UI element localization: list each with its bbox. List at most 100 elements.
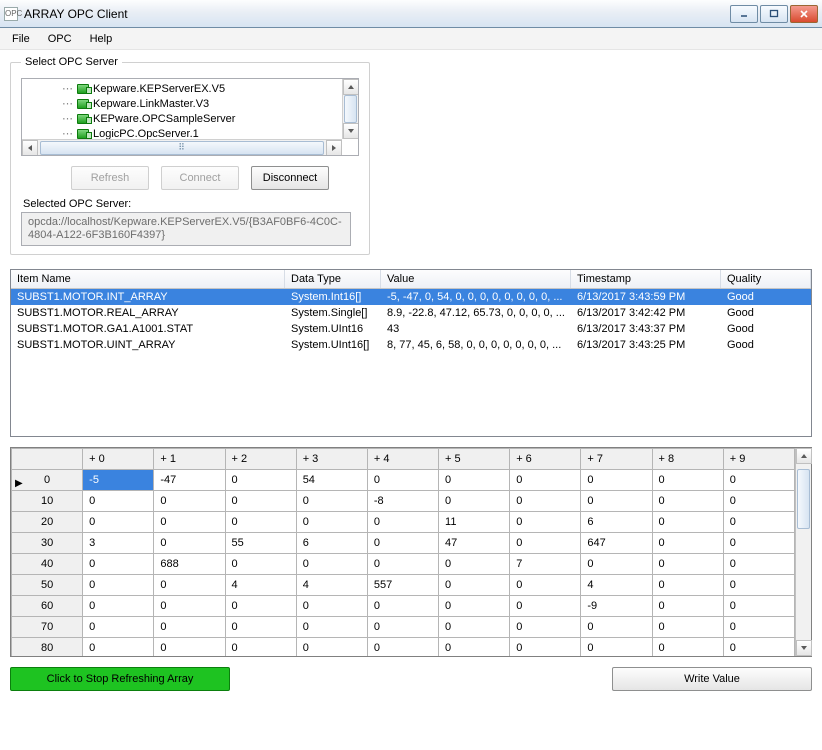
array-col-header[interactable]: + 9 [723,449,794,470]
array-cell[interactable]: 0 [723,491,794,512]
array-cell[interactable]: 0 [154,575,225,596]
array-cell[interactable]: 0 [225,491,296,512]
col-header-name[interactable]: Item Name [11,270,285,288]
minimize-button[interactable] [730,5,758,23]
array-cell[interactable]: 0 [510,491,581,512]
array-cell[interactable]: 4 [296,575,367,596]
array-row-header[interactable]: 80 [12,638,83,657]
array-cell[interactable]: 0 [510,596,581,617]
array-cell[interactable]: 0 [652,554,723,575]
scroll-up-icon[interactable] [796,448,812,464]
server-tree-item[interactable]: ⋯Kepware.LinkMaster.V3 [32,96,356,111]
array-cell[interactable]: 0 [367,554,438,575]
array-row-header[interactable]: 40 [12,554,83,575]
scroll-up-icon[interactable] [343,79,359,95]
scroll-right-icon[interactable] [326,140,342,156]
array-cell[interactable]: 688 [154,554,225,575]
item-list-row[interactable]: SUBST1.MOTOR.GA1.A1001.STATSystem.UInt16… [11,321,811,337]
array-cell[interactable]: 0 [154,533,225,554]
array-cell[interactable]: 0 [83,617,154,638]
array-cell[interactable]: 0 [154,596,225,617]
array-cell[interactable]: 0 [154,491,225,512]
array-cell[interactable]: 0 [296,617,367,638]
array-cell[interactable]: 0 [652,596,723,617]
array-cell[interactable]: 0 [225,638,296,657]
array-cell[interactable]: 0 [367,533,438,554]
array-cell[interactable]: 0 [652,638,723,657]
refresh-button[interactable]: Refresh [71,166,149,190]
array-cell[interactable]: 7 [510,554,581,575]
array-cell[interactable]: 0 [510,533,581,554]
array-cell[interactable]: 0 [367,470,438,491]
array-cell[interactable]: 0 [83,491,154,512]
scroll-down-icon[interactable] [343,123,359,139]
array-col-header[interactable]: + 5 [439,449,510,470]
array-cell[interactable]: 0 [723,617,794,638]
scroll-left-icon[interactable] [22,140,38,156]
col-header-value[interactable]: Value [381,270,571,288]
array-grid[interactable]: ▶ + 0+ 1+ 2+ 3+ 4+ 5+ 6+ 7+ 8+ 9 0-5-470… [10,447,812,657]
tree-hscrollbar[interactable]: ⠿ [22,139,342,155]
array-cell[interactable]: 0 [225,512,296,533]
array-cell[interactable]: 0 [510,638,581,657]
array-cell[interactable]: 6 [581,512,652,533]
array-cell[interactable]: 0 [296,491,367,512]
server-tree-item[interactable]: ⋯Kepware.KEPServerEX.V5 [32,81,356,96]
array-cell[interactable]: 6 [296,533,367,554]
array-cell[interactable]: 54 [296,470,367,491]
array-cell[interactable]: 0 [652,491,723,512]
hscroll-thumb[interactable]: ⠿ [40,141,324,155]
item-list-row[interactable]: SUBST1.MOTOR.UINT_ARRAYSystem.UInt16[]8,… [11,337,811,353]
array-cell[interactable]: 0 [723,512,794,533]
array-col-header[interactable]: + 3 [296,449,367,470]
array-cell[interactable]: 0 [296,638,367,657]
array-cell[interactable]: 0 [581,470,652,491]
scroll-thumb[interactable] [797,469,810,529]
array-cell[interactable]: 0 [83,554,154,575]
array-cell[interactable]: 0 [723,596,794,617]
array-cell[interactable]: 0 [225,617,296,638]
array-cell[interactable]: 557 [367,575,438,596]
array-cell[interactable]: 4 [225,575,296,596]
array-cell[interactable]: 0 [510,575,581,596]
array-cell[interactable]: 0 [439,617,510,638]
array-cell[interactable]: 0 [439,470,510,491]
array-cell[interactable]: 0 [581,638,652,657]
array-cell[interactable]: 0 [723,554,794,575]
array-cell[interactable]: 0 [296,554,367,575]
array-col-header[interactable]: + 1 [154,449,225,470]
toggle-refresh-button[interactable]: Click to Stop Refreshing Array [10,667,230,691]
array-cell[interactable]: 0 [581,491,652,512]
array-cell[interactable]: -47 [154,470,225,491]
array-col-header[interactable]: + 7 [581,449,652,470]
array-row-header[interactable]: 10 [12,491,83,512]
array-cell[interactable]: -8 [367,491,438,512]
array-col-header[interactable]: + 2 [225,449,296,470]
array-cell[interactable]: 0 [652,617,723,638]
array-cell[interactable]: 0 [225,554,296,575]
array-cell[interactable]: 0 [652,575,723,596]
server-tree-item[interactable]: ⋯KEPware.OPCSampleServer [32,111,356,126]
array-cell[interactable]: 0 [296,596,367,617]
menu-opc[interactable]: OPC [48,33,72,45]
array-cell[interactable]: 647 [581,533,652,554]
write-value-button[interactable]: Write Value [612,667,812,691]
array-cell[interactable]: 0 [225,596,296,617]
menu-help[interactable]: Help [90,33,113,45]
array-cell[interactable]: 0 [439,596,510,617]
array-cell[interactable]: 0 [83,638,154,657]
array-row-header[interactable]: 70 [12,617,83,638]
item-list-row[interactable]: SUBST1.MOTOR.REAL_ARRAYSystem.Single[]8.… [11,305,811,321]
tree-vscrollbar[interactable] [342,79,358,139]
array-cell[interactable]: 0 [581,554,652,575]
array-cell[interactable]: 55 [225,533,296,554]
disconnect-button[interactable]: Disconnect [251,166,329,190]
array-cell[interactable]: 0 [83,512,154,533]
array-cell[interactable]: 0 [367,596,438,617]
array-cell[interactable]: 0 [581,617,652,638]
array-row-header[interactable]: 20 [12,512,83,533]
server-tree[interactable]: ⋯Kepware.KEPServerEX.V5⋯Kepware.LinkMast… [21,78,359,156]
item-list-row[interactable]: SUBST1.MOTOR.INT_ARRAYSystem.Int16[]-5, … [11,289,811,305]
array-cell[interactable]: 47 [439,533,510,554]
array-cell[interactable]: 0 [439,575,510,596]
